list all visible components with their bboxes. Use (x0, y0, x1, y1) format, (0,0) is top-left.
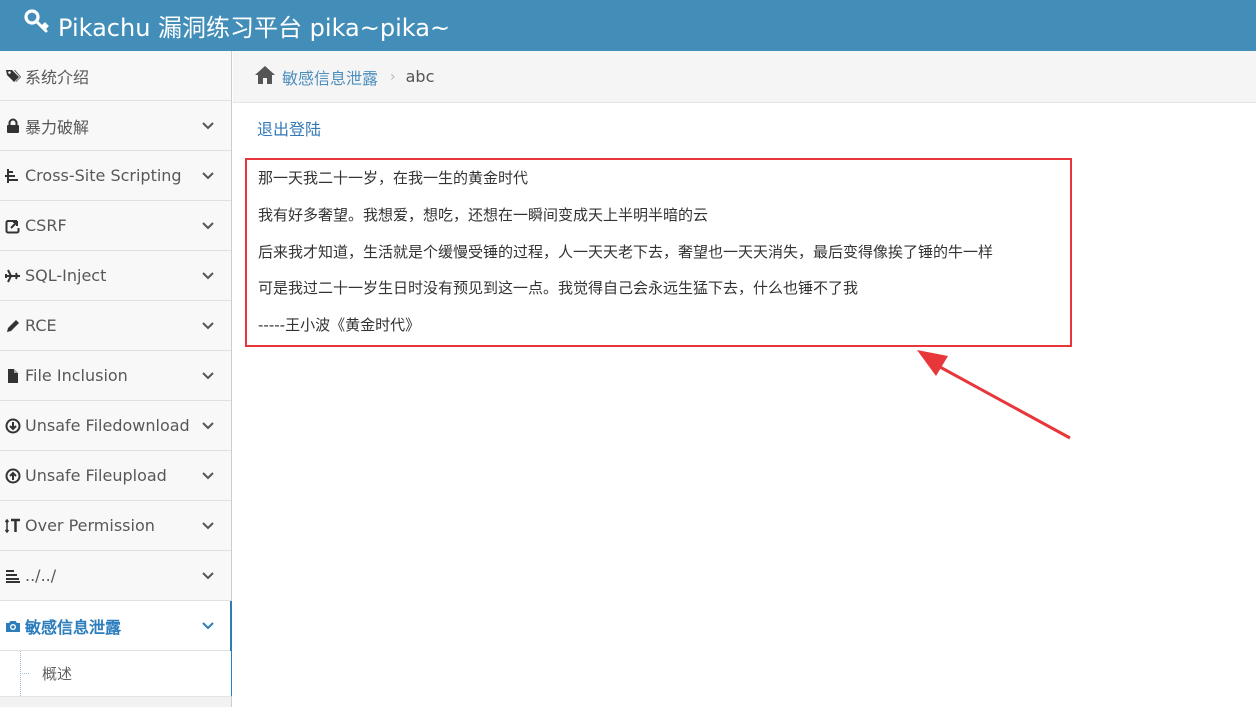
brand-title: Pikachu 漏洞练习平台 pika~pika~ (58, 13, 451, 42)
poem-line: 我有好多奢望。我想爱，想吃，还想在一瞬间变成天上半明半暗的云 (258, 206, 709, 224)
chevron-down-icon (202, 472, 214, 480)
file-icon (4, 367, 22, 385)
share-icon (4, 217, 22, 235)
sidebar-item-label: ../../ (25, 566, 57, 585)
chevron-down-icon (202, 322, 214, 330)
breadcrumb: 敏感信息泄露 › abc (233, 51, 1256, 103)
download-circle-icon (4, 417, 22, 435)
home-icon[interactable] (254, 65, 276, 89)
sidebar-item-label: Unsafe Filedownload (25, 416, 190, 435)
sidebar-item-label: RCE (25, 316, 57, 335)
sidebar-item-label: 暴力破解 (25, 117, 90, 137)
sidebar-item-label: Over Permission (25, 516, 155, 535)
chevron-down-icon (202, 272, 214, 280)
poem-line: 后来我才知道，生活就是个缓慢受锤的过程，人一天天老下去，奢望也一天天消失，最后变… (258, 243, 994, 261)
sidebar-item-label: SQL-Inject (25, 266, 107, 285)
breadcrumb-link[interactable]: 敏感信息泄露 (282, 65, 378, 89)
top-navbar: Pikachu 漏洞练习平台 pika~pika~ (0, 0, 1256, 51)
breadcrumb-separator-icon: › (390, 68, 396, 85)
sidebar-item-unsafe-filedownload[interactable]: Unsafe Filedownload (0, 401, 231, 451)
sidebar-item-label: Cross-Site Scripting (25, 166, 182, 185)
sidebar-item-csrf[interactable]: CSRF (0, 201, 231, 251)
sidebar-subitem-label: 概述 (42, 665, 73, 683)
camera-icon (4, 617, 22, 635)
annotation-arrow-icon (917, 350, 1071, 440)
sitemap-icon (4, 167, 22, 185)
breadcrumb-current: abc (405, 67, 435, 86)
lock-icon (4, 117, 22, 135)
align-left-icon (4, 567, 22, 585)
sidebar: 系统介绍 暴力破解 Cross-Site Scripting CSRF SQL-… (0, 51, 232, 707)
sidebar-item-unsafe-fileupload[interactable]: Unsafe Fileupload (0, 451, 231, 501)
tree-branch (20, 673, 29, 674)
sidebar-item-label: 系统介绍 (25, 67, 90, 87)
sidebar-item-label: CSRF (25, 216, 67, 235)
chevron-down-icon (202, 522, 214, 530)
poem-line: 那一天我二十一岁，在我一生的黄金时代 (258, 169, 529, 187)
text-height-icon (4, 517, 22, 535)
sidebar-item-bruteforce[interactable]: 暴力破解 (0, 101, 231, 151)
tags-icon (4, 67, 22, 85)
chevron-down-icon (202, 622, 214, 630)
key-icon (24, 9, 50, 41)
chevron-down-icon (202, 172, 214, 180)
logout-link[interactable]: 退出登陆 (257, 116, 321, 140)
sidebar-item-rce[interactable]: RCE (0, 301, 231, 351)
chevron-down-icon (202, 422, 214, 430)
sidebar-item-over-permission[interactable]: Over Permission (0, 501, 231, 551)
poem-line: -----王小波《黄金时代》 (258, 316, 421, 334)
pencil-icon (4, 317, 22, 335)
chevron-down-icon (202, 572, 214, 580)
sidebar-item-label: File Inclusion (25, 366, 128, 385)
chevron-down-icon (202, 122, 214, 130)
chevron-down-icon (202, 372, 214, 380)
sidebar-item-info-leak[interactable]: 敏感信息泄露 (0, 601, 232, 696)
brand[interactable]: Pikachu 漏洞练习平台 pika~pika~ (24, 9, 451, 42)
sidebar-item-intro[interactable]: 系统介绍 (0, 51, 231, 101)
sidebar-item-xss[interactable]: Cross-Site Scripting (0, 151, 231, 201)
sidebar-item-sql-inject[interactable]: SQL-Inject (0, 251, 231, 301)
sidebar-item-label: 敏感信息泄露 (25, 617, 122, 637)
highlight-box: 那一天我二十一岁，在我一生的黄金时代 我有好多奢望。我想爱，想吃，还想在一瞬间变… (245, 158, 1072, 347)
sidebar-item-label: Unsafe Fileupload (25, 466, 167, 485)
poem-line: 可是我过二十一岁生日时没有预见到这一点。我觉得自己会永远生猛下去，什么也锤不了我 (258, 279, 859, 297)
sidebar-item-file-inclusion[interactable]: File Inclusion (0, 351, 231, 401)
chevron-down-icon (202, 222, 214, 230)
sidebar-item-dir-traversal[interactable]: ../../ (0, 551, 231, 601)
sidebar-subitem-overview[interactable]: 概述 (0, 651, 231, 697)
plane-icon (4, 267, 22, 285)
upload-circle-icon (4, 467, 22, 485)
